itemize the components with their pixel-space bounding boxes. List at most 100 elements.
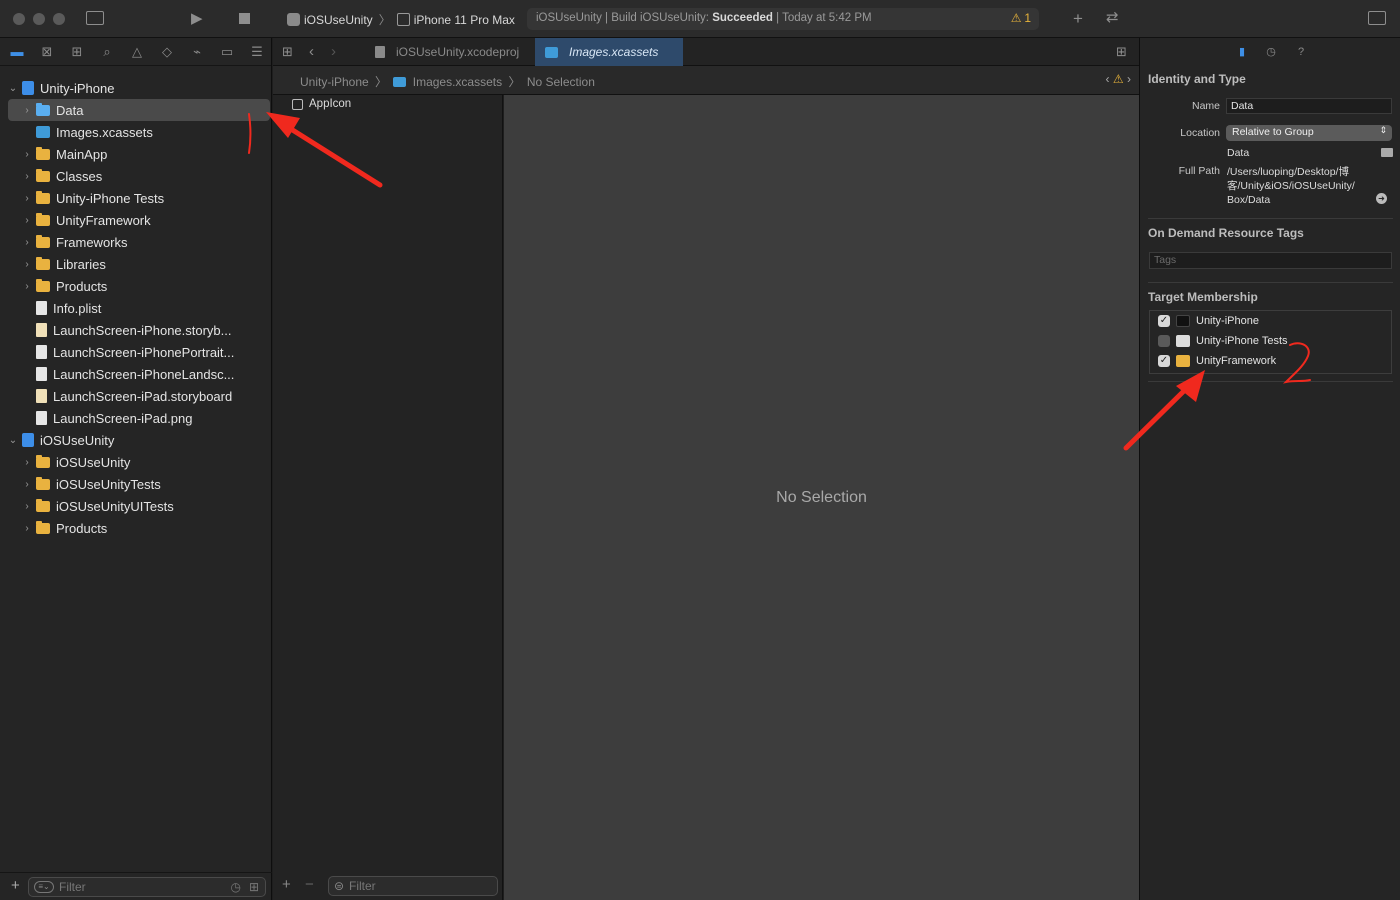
tree-row[interactable]: LaunchScreen-iPhonePortrait...: [8, 341, 270, 363]
close-window-button[interactable]: [13, 13, 25, 25]
find-icon[interactable]: ⌕: [99, 44, 115, 60]
target-checkbox[interactable]: ✓: [1158, 315, 1170, 327]
remove-asset-icon[interactable]: −: [305, 877, 314, 892]
source-control-filter-icon[interactable]: ⊞: [249, 880, 259, 894]
add-asset-icon[interactable]: +: [282, 877, 291, 892]
back-icon[interactable]: ‹: [309, 44, 314, 59]
library-add-icon[interactable]: +: [1073, 10, 1083, 27]
minimize-window-button[interactable]: [33, 13, 45, 25]
popup-arrows-icon: ⇕: [1379, 125, 1387, 135]
folder-reveal-icon[interactable]: [1381, 148, 1393, 157]
tree-row[interactable]: › iOSUseUnityUITests: [8, 495, 270, 517]
chevron-right-icon[interactable]: ›: [22, 193, 32, 204]
chevron-right-icon[interactable]: ›: [22, 215, 32, 226]
navigator-filter-input[interactable]: ≡⌄ Filter ◷ ⊞: [28, 877, 266, 897]
tab-label: iOSUseUnity.xcodeproj: [396, 45, 520, 59]
tree-row[interactable]: › Frameworks: [8, 231, 270, 253]
tree-row[interactable]: LaunchScreen-iPad.storyboard: [8, 385, 270, 407]
filter-options-icon[interactable]: ≡⌄: [34, 881, 54, 893]
tab-xcodeproj[interactable]: iOSUseUnity.xcodeproj: [365, 38, 535, 66]
name-field[interactable]: Data: [1226, 98, 1392, 114]
chevron-right-icon[interactable]: ›: [22, 237, 32, 248]
sidebar-toggle-icon[interactable]: [86, 11, 104, 25]
tree-row[interactable]: ⌄ Unity-iPhone: [8, 77, 270, 99]
issue-navigation-icon[interactable]: ‹ ⚠ ›: [1106, 72, 1131, 86]
tree-row[interactable]: › iOSUseUnityTests: [8, 473, 270, 495]
zoom-window-button[interactable]: [53, 13, 65, 25]
reveal-arrow-icon[interactable]: ➜: [1376, 193, 1387, 204]
symbol-navigator-icon[interactable]: ⊞: [69, 44, 85, 60]
run-icon[interactable]: ▶: [191, 11, 203, 26]
tree-row[interactable]: › Unity-iPhone Tests: [8, 187, 270, 209]
chevron-right-icon[interactable]: ›: [22, 457, 32, 468]
target-row[interactable]: ✓ UnityFramework: [1158, 355, 1276, 367]
related-items-icon[interactable]: ⊞: [282, 45, 293, 58]
source-control-icon[interactable]: ⊠: [39, 44, 55, 60]
test-icon[interactable]: ◇: [159, 44, 175, 60]
tree-row-selected[interactable]: › Data: [8, 99, 270, 121]
tree-row[interactable]: › Libraries: [8, 253, 270, 275]
warning-badge[interactable]: ⚠ 1: [1011, 11, 1031, 25]
target-checkbox[interactable]: [1158, 335, 1170, 347]
location-popup[interactable]: Relative to Group ⇕: [1226, 125, 1392, 141]
tree-row[interactable]: › MainApp: [8, 143, 270, 165]
tree-row[interactable]: Info.plist: [8, 297, 270, 319]
report-icon[interactable]: ☰: [249, 44, 265, 60]
folder-navigator-icon[interactable]: ▬: [9, 44, 25, 60]
chevron-down-icon[interactable]: ⌄: [8, 83, 18, 94]
tree-row[interactable]: ⌄ iOSUseUnity: [8, 429, 270, 451]
target-row[interactable]: Unity-iPhone Tests: [1158, 335, 1288, 347]
target-row[interactable]: ✓ Unity-iPhone: [1158, 315, 1259, 327]
issue-icon[interactable]: △: [129, 44, 145, 60]
location-label: Location: [1180, 127, 1220, 139]
add-file-icon[interactable]: +: [11, 878, 20, 893]
tree-row[interactable]: LaunchScreen-iPhoneLandsc...: [8, 363, 270, 385]
file-inspector-icon[interactable]: ▮: [1235, 45, 1249, 59]
app-icon-set-icon: [292, 98, 303, 110]
storyboard-icon: [36, 389, 47, 403]
asset-filter-input[interactable]: ⊜ Filter: [328, 876, 498, 896]
filter-placeholder: Filter: [349, 879, 376, 893]
tags-input[interactable]: Tags: [1149, 252, 1392, 269]
history-inspector-icon[interactable]: ◷: [1264, 45, 1278, 59]
chevron-right-icon[interactable]: ›: [22, 523, 32, 534]
tab-images-xcassets[interactable]: Images.xcassets: [535, 38, 683, 66]
scheme-selector[interactable]: iOSUseUnity 〉 iPhone 11 Pro Max: [287, 11, 515, 28]
tree-row[interactable]: › Products: [8, 275, 270, 297]
breadcrumb-item[interactable]: No Selection: [527, 75, 595, 89]
inspector-toggle-icon[interactable]: [1368, 11, 1386, 25]
chevron-right-icon[interactable]: ›: [22, 281, 32, 292]
jump-bar[interactable]: Unity-iPhone 〉 Images.xcassets 〉 No Sele…: [273, 66, 1139, 95]
recent-files-icon[interactable]: ◷: [231, 880, 241, 894]
chevron-right-icon[interactable]: ›: [22, 171, 32, 182]
tree-row[interactable]: › iOSUseUnity: [8, 451, 270, 473]
split-editor-icon[interactable]: ⊞: [1116, 45, 1127, 58]
name-label: Name: [1191, 100, 1220, 112]
code-review-icon[interactable]: ⇄: [1106, 10, 1119, 25]
breadcrumb-item[interactable]: Unity-iPhone: [300, 75, 369, 89]
breakpoint-icon[interactable]: ▭: [219, 44, 235, 60]
chevron-right-icon[interactable]: ›: [22, 149, 32, 160]
tree-row[interactable]: › Products: [8, 517, 270, 539]
tree-row[interactable]: Images.xcassets: [8, 121, 270, 143]
target-checkbox[interactable]: ✓: [1158, 355, 1170, 367]
stop-icon[interactable]: [239, 13, 250, 24]
project-file-icon: [375, 46, 385, 58]
tree-row[interactable]: LaunchScreen-iPad.png: [8, 407, 270, 429]
tree-row[interactable]: › Classes: [8, 165, 270, 187]
chevron-right-icon[interactable]: ›: [22, 259, 32, 270]
chevron-right-icon: 〉: [378, 13, 391, 27]
chevron-right-icon[interactable]: ›: [22, 479, 32, 490]
chevron-right-icon[interactable]: ›: [22, 501, 32, 512]
chevron-down-icon[interactable]: ⌄: [8, 435, 18, 446]
quick-help-icon[interactable]: ?: [1294, 45, 1308, 59]
scheme-name: iOSUseUnity: [304, 12, 373, 27]
tree-row[interactable]: › UnityFramework: [8, 209, 270, 231]
chevron-right-icon[interactable]: ›: [22, 105, 32, 116]
debug-icon[interactable]: ⌁: [189, 44, 205, 60]
forward-icon[interactable]: ›: [331, 44, 336, 59]
list-item[interactable]: AppIcon: [292, 98, 351, 110]
tree-row[interactable]: LaunchScreen-iPhone.storyb...: [8, 319, 270, 341]
breadcrumb-item[interactable]: Images.xcassets: [413, 75, 502, 89]
activity-viewer[interactable]: iOSUseUnity | Build iOSUseUnity: Succeed…: [527, 8, 1039, 30]
